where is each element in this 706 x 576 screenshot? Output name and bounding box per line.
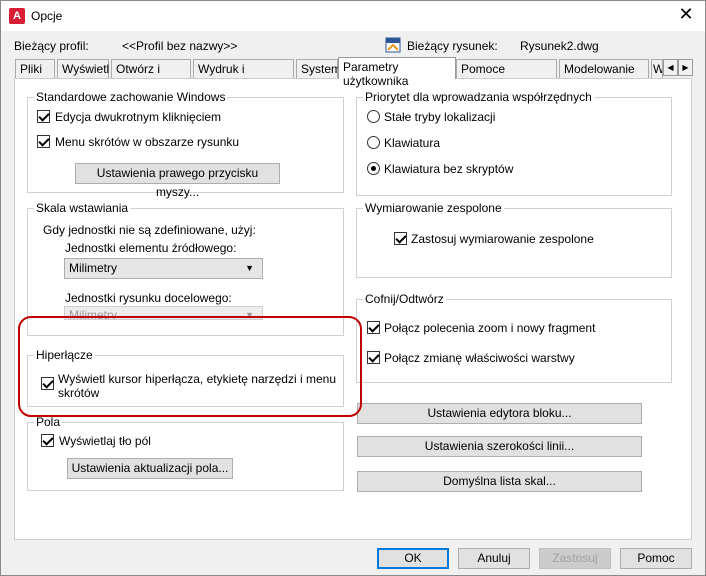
tab-3d-modeling[interactable]: Modelowanie 3D bbox=[559, 59, 649, 90]
coord-keyboard-except-scripts-radio[interactable] bbox=[367, 162, 380, 175]
group-title: Pola bbox=[34, 415, 63, 429]
associative-dim-checkbox[interactable] bbox=[394, 232, 407, 245]
tab-scroll-right-icon[interactable]: ▶ bbox=[678, 59, 693, 76]
hyperlink-cursor-label-line1: Wyświetl kursor hiperłącza, etykietę nar… bbox=[58, 372, 336, 386]
dblclick-edit-label: Edycja dwukrotnym kliknięciem bbox=[55, 110, 222, 124]
target-units-value: Milimetry bbox=[69, 308, 117, 320]
combine-zoom-checkbox[interactable] bbox=[367, 321, 380, 334]
current-drawing-value: Rysunek2.dwg bbox=[520, 39, 599, 53]
options-dialog: A Opcje ✕ Bieżący profil: <<Profil bez n… bbox=[0, 0, 706, 576]
tab-plot-publish[interactable]: Wydruk i publikacja bbox=[193, 59, 294, 90]
field-background-checkbox[interactable] bbox=[41, 434, 54, 447]
chevron-down-icon: ▼ bbox=[245, 310, 254, 320]
apply-button[interactable]: Zastosuj bbox=[539, 548, 611, 569]
combine-zoom-label: Połącz polecenia zoom i nowy fragment bbox=[384, 321, 596, 335]
tab-truncated[interactable]: W bbox=[651, 59, 663, 78]
combine-layer-checkbox[interactable] bbox=[367, 351, 380, 364]
current-profile-value: <<Profil bez nazwy>> bbox=[122, 39, 238, 53]
ok-button[interactable]: OK bbox=[377, 548, 449, 569]
group-title: Cofnij/Odtwórz bbox=[363, 292, 446, 306]
coord-keyboard-radio[interactable] bbox=[367, 136, 380, 149]
drawing-icon bbox=[385, 37, 401, 53]
group-fields: Pola bbox=[27, 415, 344, 491]
hyperlink-cursor-checkbox[interactable] bbox=[41, 377, 54, 390]
group-title: Skala wstawiania bbox=[34, 201, 131, 215]
source-units-value: Milimetry bbox=[69, 261, 117, 275]
shortcut-menus-checkbox[interactable] bbox=[37, 135, 50, 148]
window-title: Opcje bbox=[31, 9, 63, 23]
tab-scroll-left-icon[interactable]: ◀ bbox=[663, 59, 678, 76]
tab-drafting[interactable]: Pomoce rysunkowe bbox=[456, 59, 557, 90]
autocad-app-icon: A bbox=[9, 8, 25, 24]
current-drawing-label: Bieżący rysunek: bbox=[407, 39, 498, 53]
coord-running-osnap-label: Stałe tryby lokalizacji bbox=[384, 110, 496, 124]
tab-system[interactable]: System bbox=[296, 59, 341, 78]
tab-files[interactable]: Pliki bbox=[15, 59, 55, 78]
source-units-select[interactable]: Milimetry ▼ bbox=[64, 258, 263, 279]
coord-keyboard-except-scripts-label: Klawiatura bez skryptów bbox=[384, 162, 514, 176]
right-click-settings-button[interactable]: Ustawienia prawego przycisku myszy... bbox=[75, 163, 280, 199]
hyperlink-cursor-label-line2: skrótów bbox=[58, 386, 100, 400]
group-undo-redo: Cofnij/Odtwórz bbox=[356, 292, 672, 383]
target-units-label: Jednostki rysunku docelowego: bbox=[65, 291, 232, 305]
title-bar: A Opcje ✕ bbox=[1, 1, 705, 31]
group-title: Priorytet dla wprowadzania współrzędnych bbox=[363, 90, 594, 104]
block-editor-settings-button[interactable]: Ustawienia edytora bloku... bbox=[357, 403, 642, 424]
field-background-label: Wyświetlaj tło pól bbox=[59, 434, 151, 448]
source-units-label: Jednostki elementu źródłowego: bbox=[65, 241, 237, 255]
associative-dim-label: Zastosuj wymiarowanie zespolone bbox=[411, 232, 594, 246]
group-title: Standardowe zachowanie Windows bbox=[34, 90, 228, 104]
cancel-button[interactable]: Anuluj bbox=[458, 548, 530, 569]
shortcut-menus-label: Menu skrótów w obszarze rysunku bbox=[55, 135, 240, 149]
coord-keyboard-label: Klawiatura bbox=[384, 136, 441, 150]
target-units-select[interactable]: Milimetry ▼ bbox=[64, 306, 263, 320]
current-profile-label: Bieżący profil: bbox=[14, 39, 89, 53]
coord-running-osnap-radio[interactable] bbox=[367, 110, 380, 123]
combine-layer-label: Połącz zmianę właściwości warstwy bbox=[384, 351, 575, 365]
tab-user-preferences[interactable]: Parametry użytkownika bbox=[338, 57, 456, 88]
default-scale-list-button[interactable]: Domyślna lista skal... bbox=[357, 471, 642, 492]
tab-display[interactable]: Wyświetl bbox=[57, 59, 109, 78]
insertion-scale-intro: Gdy jednostki nie są zdefiniowane, użyj: bbox=[43, 223, 256, 237]
group-title: Wymiarowanie zespolone bbox=[363, 201, 504, 215]
close-icon[interactable]: ✕ bbox=[675, 4, 697, 25]
help-button[interactable]: Pomoc bbox=[620, 548, 692, 569]
field-update-settings-button[interactable]: Ustawienia aktualizacji pola... bbox=[67, 458, 233, 479]
chevron-down-icon: ▼ bbox=[245, 263, 254, 273]
group-title: Hiperłącze bbox=[34, 348, 95, 362]
tab-open-save[interactable]: Otwórz i zapisz bbox=[111, 59, 191, 90]
dblclick-edit-checkbox[interactable] bbox=[37, 110, 50, 123]
lineweight-settings-button[interactable]: Ustawienia szerokości linii... bbox=[357, 436, 642, 457]
